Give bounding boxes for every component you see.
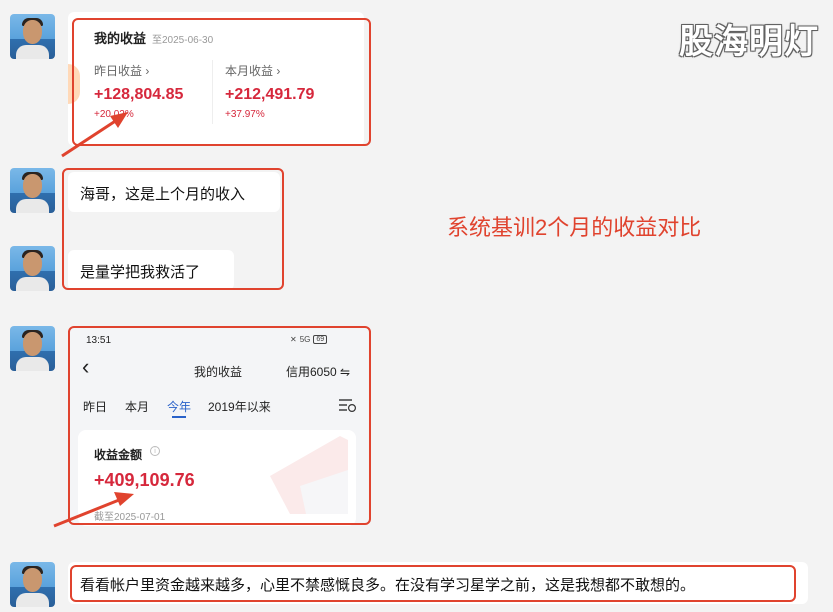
avatar[interactable]	[10, 326, 55, 371]
watermark-text: 股海明灯	[679, 22, 819, 62]
avatar[interactable]	[10, 14, 55, 59]
highlight-box	[62, 168, 284, 290]
annotation-text: 系统基训2个月的收益对比	[447, 215, 702, 240]
avatar[interactable]	[10, 168, 55, 213]
arrow-icon	[61, 112, 128, 158]
highlight-box	[70, 565, 796, 602]
avatar[interactable]	[10, 562, 55, 607]
arrow-icon	[53, 492, 134, 528]
avatar[interactable]	[10, 246, 55, 291]
